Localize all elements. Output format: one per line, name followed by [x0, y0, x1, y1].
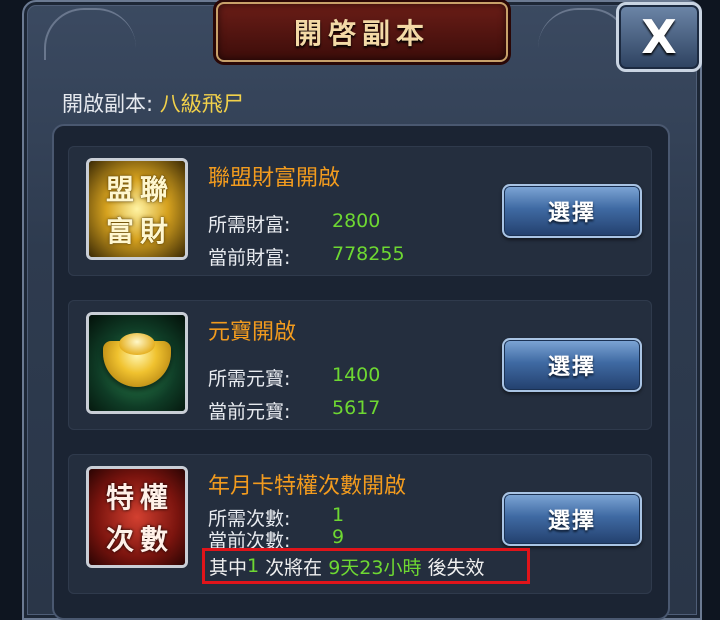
dungeon-name: 八級飛尸 — [159, 92, 244, 116]
current-value: 9 — [332, 526, 345, 548]
option-title: 元寶開啟 — [208, 320, 297, 345]
required-value: 1 — [332, 504, 345, 526]
option-title: 聯盟財富開啟 — [208, 166, 341, 191]
required-value: 2800 — [332, 210, 381, 232]
option-card-alliance-wealth: 盟 聯 富 財 聯盟財富開啟 所需財富: 2800 當前財富: 778255 選… — [68, 146, 652, 276]
dungeon-label: 開啟副本: — [62, 92, 154, 116]
current-value: 778255 — [332, 243, 405, 265]
select-button-alliance-wealth[interactable]: 選擇 — [502, 184, 642, 238]
alliance-wealth-icon: 盟 聯 富 財 — [86, 158, 188, 260]
option-title: 年月卡特權次數開啟 — [208, 474, 407, 499]
close-icon: X — [641, 10, 677, 64]
current-row: 當前元寶: 5617 — [208, 397, 381, 423]
required-row: 所需財富: 2800 — [208, 210, 381, 236]
select-button-gold-ingot[interactable]: 選擇 — [502, 338, 642, 392]
required-row: 所需元寶: 1400 — [208, 364, 381, 390]
current-value: 5617 — [332, 397, 381, 419]
option-card-gold-ingot: 元寶開啟 所需元寶: 1400 當前元寶: 5617 選擇 — [68, 300, 652, 430]
expiry-duration: 9天23小時 — [328, 556, 422, 579]
expiry-notice: 其中 1 次將在 9天23小時 後失效 — [202, 548, 530, 584]
close-button[interactable]: X — [616, 2, 702, 72]
ornament — [44, 8, 136, 60]
current-row: 當前財富: 778255 — [208, 243, 405, 269]
required-value: 1400 — [332, 364, 381, 386]
dungeon-info: 開啟副本: 八級飛尸 — [62, 88, 244, 118]
expiry-count: 1 — [247, 555, 260, 577]
dialog-title-plate: 開啓副本 — [216, 2, 508, 62]
dialog-title: 開啓副本 — [293, 17, 430, 50]
privilege-count-icon: 特 權 次 數 — [86, 466, 188, 568]
gold-ingot-icon — [86, 312, 188, 414]
select-button-privilege[interactable]: 選擇 — [502, 492, 642, 546]
